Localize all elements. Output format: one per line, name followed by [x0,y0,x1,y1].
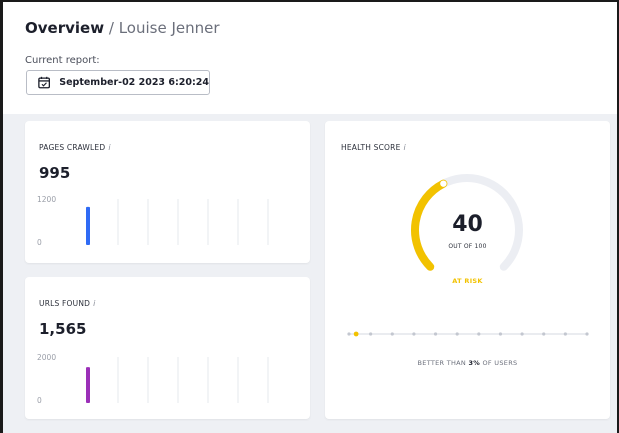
percentile-tick [433,332,438,336]
urls-found-card: URLS FOUND i 1,565 2000 0 [25,277,310,419]
percentile-prefix: BETTER THAN [417,359,467,367]
pages-crawled-title: PAGES CRAWLED i [39,143,111,152]
pages-crawled-card: PAGES CRAWLED i 995 1200 0 [25,121,310,263]
health-score-out-of: OUT OF 100 [448,243,487,250]
urls-found-axis-min: 0 [37,396,42,405]
percentile-tick [390,332,394,336]
percentile-tick [369,332,373,336]
percentile-text: BETTER THAN 3% OF USERS [325,359,610,367]
percentile-tick [412,332,416,336]
urls-found-axis-max: 2000 [37,353,57,362]
breadcrumb-separator: / [108,19,114,37]
report-date-text: September-02 2023 6:20:24 [59,77,209,88]
pages-crawled-title-text: PAGES CRAWLED [39,143,106,152]
user-name: Louise Jenner [118,19,220,37]
dashboard-content: PAGES CRAWLED i 995 1200 0 URLS FOUND i 1,… [3,114,617,433]
calendar-icon [38,76,51,89]
page-header: Overview / Louise Jenner Current report:… [3,2,617,114]
percentile-tick [585,332,589,336]
pages-crawled-bar [86,206,90,245]
percentile-tick [520,332,524,336]
report-date-picker[interactable]: September-02 2023 6:20:24 [26,70,210,95]
info-icon[interactable]: i [108,143,110,152]
percentile-tick [347,332,351,336]
percentile-tick [455,332,459,336]
urls-found-value: 1,565 [39,320,87,338]
percentile-tick [542,332,546,336]
urls-found-chart [86,357,269,403]
health-score-title: HEALTH SCORE i [341,143,406,152]
health-score-card: HEALTH SCORE i 40 OUT OF 100 AT RISK BETT… [325,121,610,419]
pages-crawled-axis-min: 0 [37,238,42,247]
percentile-marker [353,331,359,337]
percentile-tick [498,332,503,336]
current-report-label: Current report: [25,55,100,66]
percentile-track [347,331,589,337]
health-score-title-text: HEALTH SCORE [341,143,401,152]
health-status-badge: AT RISK [452,277,483,285]
urls-found-title: URLS FOUND i [39,299,96,308]
info-icon[interactable]: i [404,143,406,152]
page-title: Overview / Louise Jenner [25,19,220,37]
percentile-suffix: OF USERS [482,359,518,367]
urls-found-bar [86,367,90,403]
info-icon[interactable]: i [93,299,95,308]
overview-label: Overview [25,19,105,37]
percentile-value: 3% [468,359,481,367]
urls-found-title-text: URLS FOUND [39,299,91,308]
pages-crawled-chart [86,199,269,245]
pages-crawled-value: 995 [39,164,71,182]
pages-crawled-axis-max: 1200 [37,195,57,204]
percentile-tick [477,332,481,336]
percentile-tick [563,332,567,336]
gauge-knob [440,180,447,187]
health-score-value: 40 [452,212,483,237]
